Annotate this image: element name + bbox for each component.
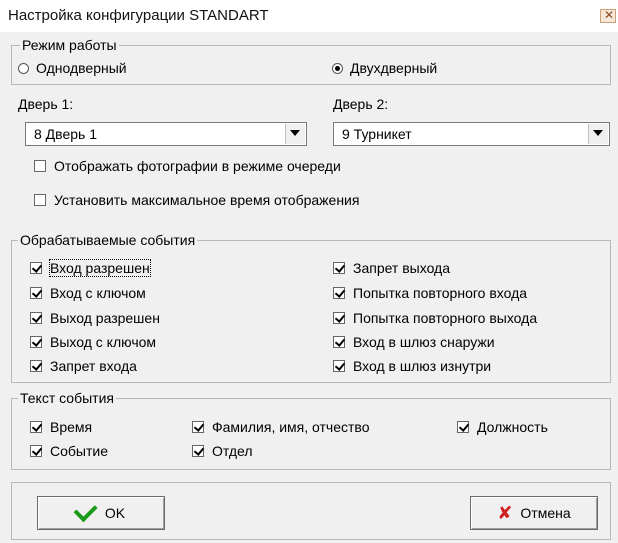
event-label: Выход разрешен	[50, 310, 160, 326]
show-photos-box[interactable]	[34, 160, 46, 172]
show-photos-label: Отображать фотографии в режиме очереди	[54, 158, 341, 174]
ok-button[interactable]: OK	[37, 496, 165, 530]
event-checkbox[interactable]: Выход разрешен	[30, 310, 160, 326]
radio-double-label: Двухдверный	[350, 60, 438, 76]
chevron-down-icon	[290, 130, 300, 136]
department-checkbox[interactable]: Отдел	[192, 443, 253, 459]
close-icon: ✕	[604, 8, 615, 22]
door1-value: 8 Дверь 1	[34, 126, 97, 142]
event-box[interactable]	[333, 336, 345, 348]
radio-single-label: Однодверный	[36, 60, 127, 76]
green-checkmark-icon	[73, 498, 98, 523]
full-name-label: Фамилия, имя, отчество	[212, 419, 370, 435]
window-title: Настройка конфигурации STANDART	[8, 7, 269, 24]
mode-group: Режим работы Однодверный Двухдверный	[11, 37, 611, 85]
title-bar: Настройка конфигурации STANDART ✕	[0, 0, 618, 32]
show-photos-checkbox[interactable]: Отображать фотографии в режиме очереди	[34, 158, 341, 174]
config-dialog: Настройка конфигурации STANDART ✕ Режим …	[0, 0, 618, 543]
event-checkbox[interactable]: Вход в шлюз изнутри	[333, 358, 491, 374]
radio-double-door[interactable]: Двухдверный	[332, 60, 437, 76]
events-group-label: Обрабатываемые события	[18, 232, 198, 248]
department-label: Отдел	[212, 443, 253, 459]
event-label: Вход с ключом	[50, 285, 146, 301]
max-display-time-label: Установить максимальное время отображени…	[54, 192, 360, 208]
event-box[interactable]	[30, 336, 42, 348]
max-display-time-box[interactable]	[34, 194, 46, 206]
event-checkbox[interactable]: Запрет выхода	[333, 260, 450, 276]
event-box[interactable]	[30, 262, 42, 274]
event-checkbox[interactable]: Вход разрешен	[30, 259, 151, 277]
event-label: Выход с ключом	[50, 334, 157, 350]
full-name-checkbox[interactable]: Фамилия, имя, отчество	[192, 419, 369, 435]
event-box[interactable]	[30, 287, 42, 299]
department-box[interactable]	[192, 445, 204, 457]
door2-dropdown-button[interactable]	[588, 124, 608, 144]
event-checkbox[interactable]: Выход с ключом	[30, 334, 156, 350]
door2-label: Дверь 2:	[333, 96, 389, 112]
position-checkbox[interactable]: Должность	[457, 419, 548, 435]
time-label: Время	[50, 419, 93, 435]
full-name-box[interactable]	[192, 421, 204, 433]
event-box[interactable]	[30, 312, 42, 324]
event-label: Вход разрешен	[49, 259, 151, 277]
event-box[interactable]	[30, 360, 42, 372]
event-label: Попытка повторного входа	[353, 285, 528, 301]
radio-single-door[interactable]: Однодверный	[18, 60, 127, 76]
chevron-down-icon	[593, 130, 603, 136]
door1-label: Дверь 1:	[18, 96, 74, 112]
event-text-group-label: Текст события	[18, 390, 116, 406]
time-checkbox[interactable]: Время	[30, 419, 92, 435]
event-label: Вход в шлюз изнутри	[353, 358, 492, 374]
mode-group-label: Режим работы	[20, 37, 119, 53]
red-x-icon: ✘	[497, 503, 513, 523]
event-box[interactable]	[333, 312, 345, 324]
event-checkbox[interactable]: Запрет входа	[30, 358, 137, 374]
door2-value: 9 Турникет	[342, 126, 412, 142]
close-button[interactable]: ✕	[600, 8, 616, 23]
event-label: Попытка повторного выхода	[353, 310, 538, 326]
event-label: Вход в шлюз снаружи	[353, 334, 495, 350]
position-box[interactable]	[457, 421, 469, 433]
time-box[interactable]	[30, 421, 42, 433]
event-text-checkbox[interactable]: Событие	[30, 443, 108, 459]
max-display-time-checkbox[interactable]: Установить максимальное время отображени…	[34, 192, 359, 208]
door1-select[interactable]: 8 Дверь 1	[25, 122, 307, 146]
event-text-label: Событие	[50, 443, 108, 459]
event-checkbox[interactable]: Вход с ключом	[30, 285, 146, 301]
event-text-box[interactable]	[30, 445, 42, 457]
radio-double-indicator[interactable]	[332, 62, 343, 74]
position-label: Должность	[477, 419, 548, 435]
event-label: Запрет входа	[50, 358, 137, 374]
event-checkbox[interactable]: Попытка повторного входа	[333, 285, 527, 301]
cancel-label: Отмена	[520, 505, 571, 521]
event-box[interactable]	[333, 287, 345, 299]
event-checkbox[interactable]: Попытка повторного выхода	[333, 310, 537, 326]
door2-select[interactable]: 9 Турникет	[333, 122, 610, 146]
event-checkbox[interactable]: Вход в шлюз снаружи	[333, 334, 495, 350]
cancel-button[interactable]: ✘ Отмена	[470, 496, 598, 530]
door1-dropdown-button[interactable]	[285, 124, 305, 144]
radio-single-indicator[interactable]	[18, 62, 29, 74]
event-box[interactable]	[333, 360, 345, 372]
ok-label: OK	[104, 505, 126, 521]
event-box[interactable]	[333, 262, 345, 274]
event-label: Запрет выхода	[353, 260, 451, 276]
